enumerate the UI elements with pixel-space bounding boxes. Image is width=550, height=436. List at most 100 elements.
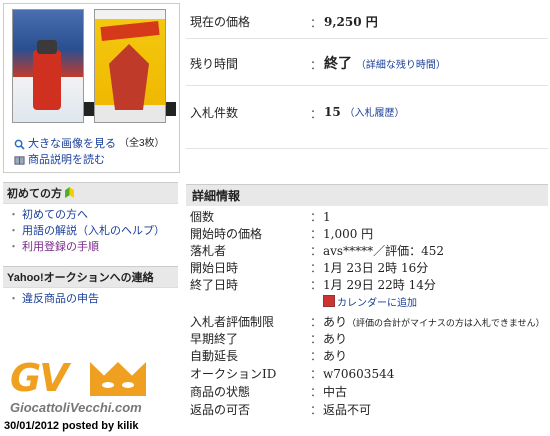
detail-label: オークションID	[190, 367, 277, 381]
detail-info-header: 詳細情報	[186, 184, 548, 206]
detail-label: 自動延長	[190, 349, 239, 363]
site-watermark-logo: GV GiocattoliVecchi.com	[4, 356, 174, 415]
package-title-art	[100, 21, 160, 41]
beginner-mark-icon	[65, 187, 75, 198]
detail-row-returns: 返品の可否 ： 返品不可	[186, 402, 548, 419]
detail-value: あり	[323, 315, 348, 329]
crown-icon	[90, 362, 146, 396]
detail-label: 終了日時	[190, 278, 239, 292]
detail-label: 返品の可否	[190, 403, 251, 417]
detail-label: 開始日時	[190, 261, 239, 275]
detail-label: 開始時の価格	[190, 227, 263, 241]
detail-row-winner: 落札者 ： avs*****／評価：452	[186, 243, 548, 260]
price-tag-2	[166, 102, 176, 116]
read-description-label[interactable]: 商品説明を読む	[28, 152, 105, 168]
post-caption: 30/01/2012 posted by kilik	[4, 420, 139, 432]
crown-eye-right	[122, 382, 134, 388]
detail-value: 1	[323, 210, 331, 224]
detail-row-quantity: 個数 ： 1	[186, 209, 548, 226]
detail-value: 1月 23日 2時 16分	[323, 261, 429, 275]
price-tag-1	[84, 102, 94, 116]
contact-list: ・違反商品の申告	[8, 291, 99, 307]
list-item[interactable]: ・利用登録の手順	[8, 239, 165, 255]
summary-table: 現在の価格 ： 9,250 円 残り時間 ： 終了 （詳細な残り時間） 入札件数…	[186, 0, 548, 149]
crown-eye-left	[102, 382, 114, 388]
time-left-label: 残り時間	[190, 57, 239, 71]
colon: ：	[310, 385, 323, 399]
list-item[interactable]: ・初めての方へ	[8, 207, 165, 223]
price-value: 9,250 円	[324, 15, 378, 29]
item-photo-2[interactable]	[94, 9, 166, 123]
enlarge-image-link[interactable]: 大きな画像を見る （全3枚）	[14, 136, 165, 152]
detail-value: 中古	[323, 385, 348, 399]
item-image-panel: 大きな画像を見る （全3枚） 商品説明を読む	[3, 3, 180, 173]
time-left-value: 終了	[324, 56, 352, 72]
detail-label: 入札者評価制限	[190, 315, 275, 329]
colon: ：	[310, 349, 323, 363]
calendar-icon	[323, 295, 335, 307]
list-item[interactable]: ・違反商品の申告	[8, 291, 99, 307]
colon: ：	[310, 278, 323, 292]
registration-steps-link[interactable]: 利用登録の手順	[22, 241, 99, 253]
detail-row-start-date: 開始日時 ： 1月 23日 2時 16分	[186, 260, 548, 277]
magnifier-icon	[14, 139, 25, 150]
image-count: （全3枚）	[119, 138, 165, 149]
beginners-header: 初めての方	[3, 182, 178, 204]
read-description-link[interactable]: 商品説明を読む	[14, 152, 165, 168]
colon: ：	[310, 315, 323, 329]
logo-site-name: GiocattoliVecchi.com	[10, 400, 142, 415]
detail-row-auction-id: オークションID ： w70603544	[186, 366, 548, 383]
report-violation-link[interactable]: 違反商品の申告	[22, 293, 99, 305]
beginners-list: ・初めての方へ ・用語の解説（入札のヘルプ） ・利用登録の手順	[8, 207, 165, 255]
detail-info-title: 詳細情報	[192, 189, 241, 203]
detail-value: w70603544	[323, 367, 395, 381]
bid-count-value: 15	[324, 105, 341, 119]
detail-label: 個数	[190, 210, 215, 224]
detail-label: 商品の状態	[190, 385, 251, 399]
calendar-row: カレンダーに追加	[186, 295, 548, 312]
detail-value: 1月 29日 22時 14分	[323, 278, 436, 292]
glossary-link[interactable]: 用語の解説（入札のヘルプ）	[22, 225, 165, 237]
detail-value: あり	[323, 332, 348, 346]
detail-row-condition: 商品の状態 ： 中古	[186, 384, 548, 401]
detail-row-early-end: 早期終了 ： あり	[186, 331, 548, 348]
beginners-title: 初めての方	[7, 188, 62, 200]
add-to-calendar-link[interactable]: カレンダーに追加	[323, 295, 417, 312]
colon: ：	[310, 210, 323, 224]
bid-count-label: 入札件数	[190, 106, 239, 120]
add-to-calendar-label[interactable]: カレンダーに追加	[337, 298, 417, 309]
detail-label: 落札者	[190, 244, 227, 258]
bid-history-link[interactable]: （入札履歴）	[345, 108, 405, 119]
robot-figure-2	[109, 44, 149, 110]
book-icon	[14, 155, 25, 165]
item-photo-1[interactable]	[12, 9, 84, 123]
detail-value: 1,000 円	[323, 227, 374, 241]
logo-mark: GV	[10, 356, 69, 400]
detailed-time-link[interactable]: （詳細な残り時間）	[356, 60, 446, 71]
colon: ：	[310, 227, 323, 241]
list-item[interactable]: ・用語の解説（入札のヘルプ）	[8, 223, 165, 239]
robot-figure-1	[33, 40, 61, 110]
colon: ：	[310, 332, 323, 346]
colon: ：	[310, 107, 323, 121]
contact-header: Yahoo!オークションへの連絡	[3, 266, 178, 288]
detail-value: あり	[323, 349, 348, 363]
colon: ：	[310, 367, 323, 381]
bid-count-row: 入札件数 ： 15 （入札履歴）	[186, 86, 548, 149]
colon: ：	[310, 403, 323, 417]
beginners-guide-link[interactable]: 初めての方へ	[22, 209, 88, 221]
colon: ：	[310, 244, 323, 258]
winner-link[interactable]: avs*****／評価：452	[323, 243, 444, 260]
detail-row-start-price: 開始時の価格 ： 1,000 円	[186, 226, 548, 243]
price-label: 現在の価格	[190, 15, 251, 29]
colon: ：	[310, 16, 323, 30]
detail-row-end-date: 終了日時 ： 1月 29日 22時 14分	[186, 277, 548, 294]
detail-row-auto-extend: 自動延長 ： あり	[186, 348, 548, 365]
colon: ：	[310, 261, 323, 275]
detail-row-rating-limit: 入札者評価制限 ： あり（評価の合計がマイナスの方は入札できません）	[186, 314, 548, 331]
colon: ：	[310, 58, 323, 72]
enlarge-image-label[interactable]: 大きな画像を見る	[28, 136, 116, 152]
time-left-row: 残り時間 ： 終了 （詳細な残り時間）	[186, 39, 548, 86]
detail-value: 返品不可	[323, 403, 372, 417]
detail-label: 早期終了	[190, 332, 239, 346]
